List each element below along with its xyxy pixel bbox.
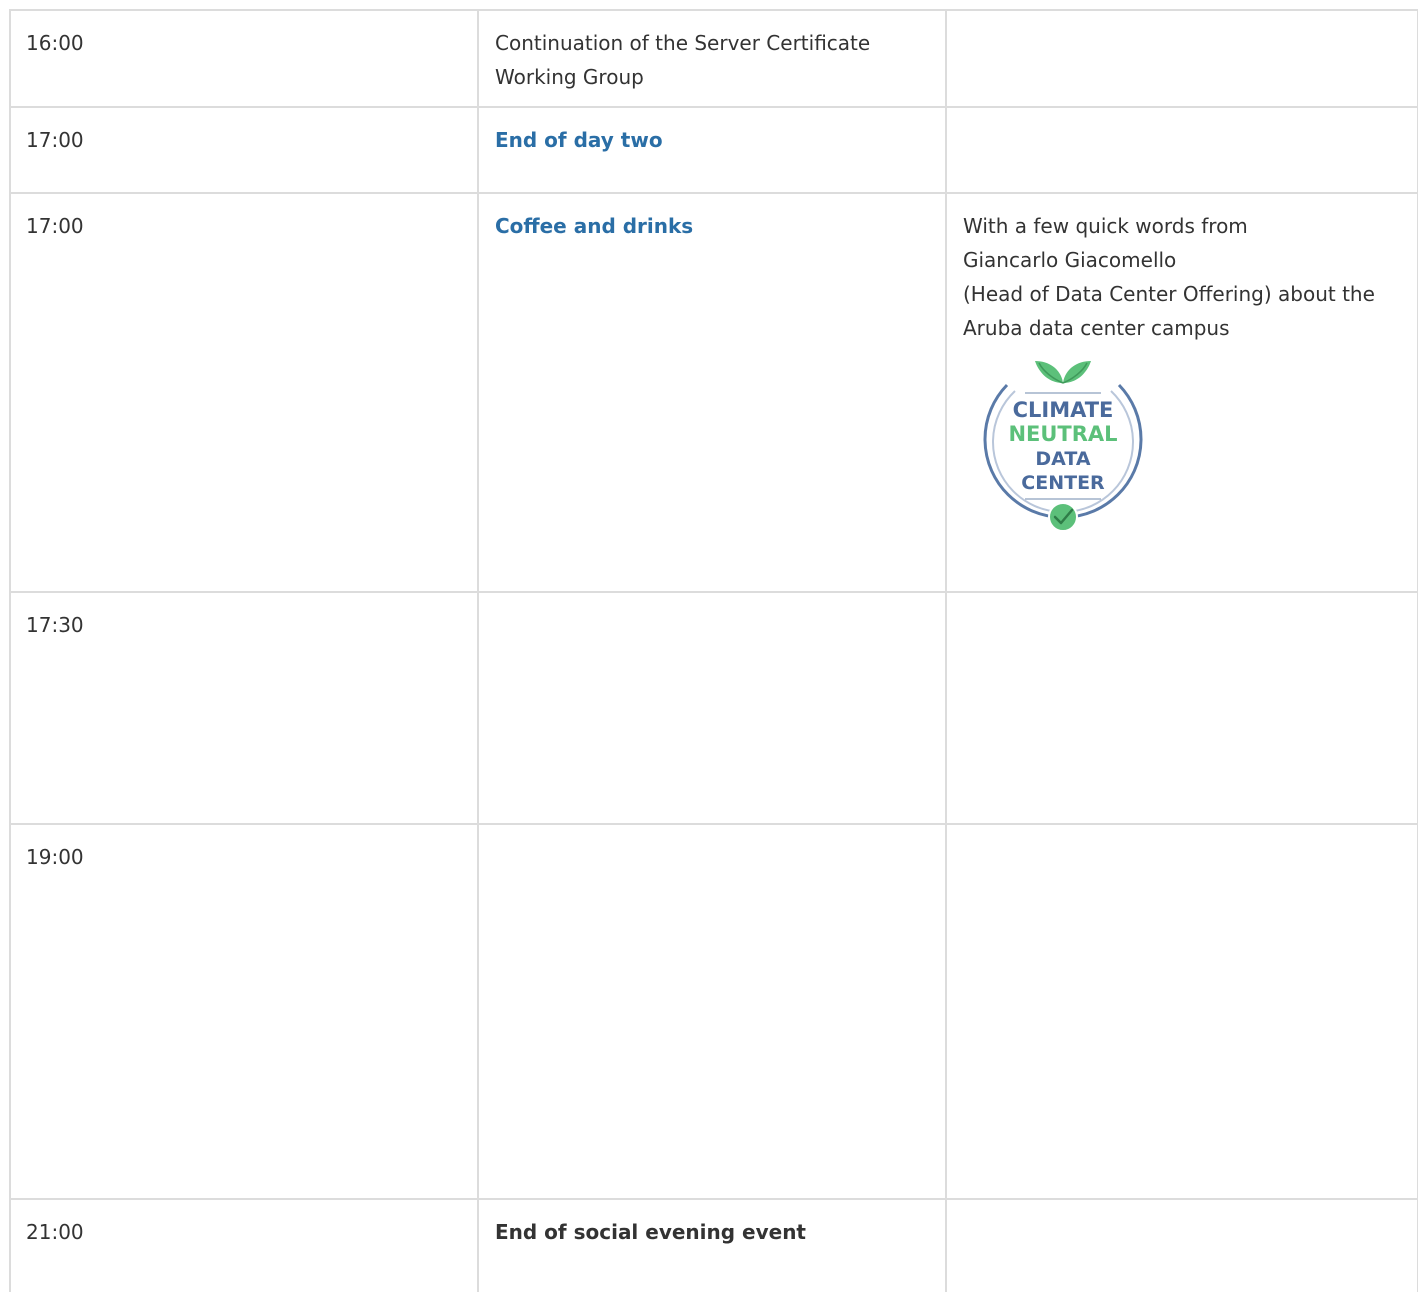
table-row: 21:00 End of social evening event: [11, 1200, 1418, 1292]
notes-cell: [947, 108, 1418, 192]
climate-neutral-badge-logo: CLIMATE NEUTRAL DATA CENTER: [977, 355, 1149, 537]
badge-line-neutral: NEUTRAL: [1008, 422, 1117, 446]
time-cell: 21:00: [11, 1200, 479, 1292]
event-cell: End of social evening event: [479, 1200, 947, 1292]
notes-cell: [947, 11, 1418, 106]
end-of-social-evening-title: End of social evening event: [495, 1220, 806, 1244]
notes-cell: With a few quick words from Giancarlo Gi…: [947, 194, 1418, 591]
note-line: Aruba data center campus: [963, 316, 1230, 340]
time-cell: 19:00: [11, 825, 479, 1198]
event-cell: Continuation of the Server Certificate W…: [479, 11, 947, 106]
table-row: 17:00 Coffee and drinks With a few quick…: [11, 194, 1418, 593]
time-cell: 17:00: [11, 108, 479, 192]
table-row: 16:00 Continuation of the Server Certifi…: [11, 11, 1418, 108]
end-of-day-two-link[interactable]: End of day two: [495, 128, 663, 152]
time-cell: 16:00: [11, 11, 479, 106]
table-row: 17:30: [11, 593, 1418, 825]
table-row: 19:00: [11, 825, 1418, 1200]
event-cell: [479, 825, 947, 1198]
time-cell: 17:00: [11, 194, 479, 591]
note-line: Giancarlo Giacomello: [963, 248, 1177, 272]
badge-line-center: CENTER: [1021, 472, 1105, 494]
coffee-and-drinks-link[interactable]: Coffee and drinks: [495, 214, 693, 238]
event-cell: Coffee and drinks: [479, 194, 947, 591]
badge-line-climate: CLIMATE: [1013, 398, 1114, 422]
event-cell: [479, 593, 947, 823]
notes-cell: [947, 1200, 1418, 1292]
table-row: 17:00 End of day two: [11, 108, 1418, 194]
climate-neutral-badge-icon: CLIMATE NEUTRAL DATA CENTER: [983, 361, 1143, 532]
schedule-table: 16:00 Continuation of the Server Certifi…: [9, 9, 1418, 1292]
event-cell: End of day two: [479, 108, 947, 192]
note-line: With a few quick words from: [963, 214, 1248, 238]
time-cell: 17:30: [11, 593, 479, 823]
notes-cell: [947, 593, 1418, 823]
badge-line-data: DATA: [1035, 448, 1090, 470]
notes-cell: [947, 825, 1418, 1198]
note-line: (Head of Data Center Offering) about the: [963, 282, 1375, 306]
